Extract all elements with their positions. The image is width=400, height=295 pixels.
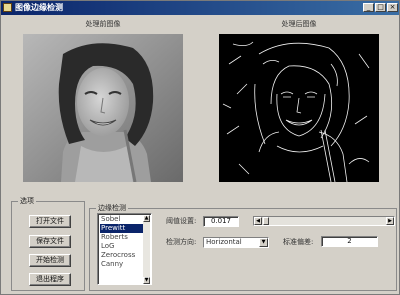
scroll-up-icon[interactable]: ▲: [143, 215, 150, 222]
method-item-log[interactable]: LoG: [100, 242, 145, 251]
save-file-button[interactable]: 保存文件: [29, 235, 71, 248]
direction-value: Horizontal: [206, 238, 242, 246]
edge-detection-legend: 边缘检测: [96, 204, 128, 212]
slider-left-icon[interactable]: ◀: [254, 217, 262, 225]
window-title: 图像边缘检测: [15, 3, 63, 12]
options-legend: 选项: [18, 197, 36, 205]
slider-right-icon[interactable]: ▶: [386, 217, 394, 225]
app-icon: [3, 3, 12, 12]
app-window: 图像边缘检测 _ □ × 处理前图像 处理后图像 选项 打开文件 保存文件 开始…: [0, 0, 400, 295]
sigma-label: 标准偏差:: [283, 238, 314, 246]
processed-image-caption: 处理后图像: [281, 20, 317, 28]
chevron-down-icon[interactable]: ▼: [259, 238, 268, 247]
sigma-field[interactable]: 2: [321, 236, 378, 247]
title-bar[interactable]: 图像边缘检测 _ □ ×: [1, 1, 399, 15]
maximize-button[interactable]: □: [375, 3, 386, 12]
minimize-button[interactable]: _: [363, 3, 374, 12]
threshold-field[interactable]: 0.017: [203, 216, 239, 227]
method-list-scrollbar[interactable]: ▲ ▼: [143, 215, 150, 284]
method-item-roberts[interactable]: Roberts: [100, 233, 145, 242]
start-detect-button[interactable]: 开始检测: [29, 254, 71, 267]
original-image-caption: 处理前图像: [85, 20, 121, 28]
method-item-sobel[interactable]: Sobel: [100, 215, 145, 224]
threshold-slider[interactable]: ◀ ▶: [253, 216, 395, 226]
exit-button[interactable]: 退出程序: [29, 273, 71, 286]
close-button[interactable]: ×: [387, 3, 398, 12]
slider-thumb[interactable]: [263, 217, 269, 225]
original-image: [23, 34, 183, 182]
method-item-prewitt[interactable]: Prewitt: [100, 224, 145, 233]
direction-select[interactable]: Horizontal ▼: [203, 237, 269, 248]
method-listbox[interactable]: Sobel Prewitt Roberts LoG Zerocross Cann…: [97, 213, 152, 285]
scroll-down-icon[interactable]: ▼: [143, 277, 150, 284]
threshold-label: 阈值设置:: [166, 217, 197, 225]
open-file-button[interactable]: 打开文件: [29, 215, 71, 228]
direction-label: 检测方向:: [166, 238, 197, 246]
method-item-zerocross[interactable]: Zerocross: [100, 251, 145, 260]
method-item-canny[interactable]: Canny: [100, 260, 145, 269]
processed-image: [219, 34, 379, 182]
